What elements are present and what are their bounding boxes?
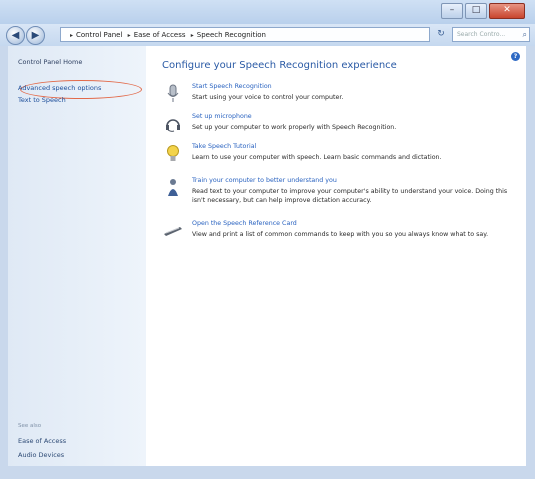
headset-icon: [162, 113, 184, 135]
take-speech-tutorial-desc: Learn to use your computer with speech. …: [192, 154, 442, 161]
minimize-button[interactable]: –: [441, 3, 463, 19]
person-speech-icon: [162, 177, 184, 199]
train-computer-link[interactable]: Train your computer to better understand…: [192, 177, 337, 184]
speech-reference-card-link[interactable]: Open the Speech Reference Card: [192, 220, 297, 227]
advanced-speech-options-link[interactable]: Advanced speech options: [18, 84, 101, 92]
take-speech-tutorial-link[interactable]: Take Speech Tutorial: [192, 143, 256, 150]
speech-reference-card-desc: View and print a list of common commands…: [192, 231, 489, 238]
address-bar: ◀ ▶ ▸ Control Panel ▸ Ease of Access ▸ Spee…: [0, 24, 535, 46]
window-frame-bottom: [0, 466, 535, 479]
back-button[interactable]: ◀: [6, 26, 25, 45]
help-icon[interactable]: ?: [511, 52, 520, 61]
set-up-microphone-desc: Set up your computer to work properly wi…: [192, 124, 397, 131]
train-computer-desc: Read text to your computer to improve yo…: [192, 188, 508, 204]
window-frame-right: [526, 46, 535, 466]
left-navigation-pane: Control Panel Home Advanced speech optio…: [8, 46, 146, 466]
start-speech-recognition-link[interactable]: Start Speech Recognition: [192, 83, 272, 90]
caption-buttons: – □ ✕: [439, 3, 525, 19]
breadcrumb-control-panel[interactable]: Control Panel: [76, 31, 122, 39]
close-button[interactable]: ✕: [489, 3, 525, 19]
search-placeholder: Search Contro...: [457, 31, 506, 38]
forward-button[interactable]: ▶: [26, 26, 45, 45]
control-panel-window: – □ ✕ ◀ ▶ ▸ Control Panel ▸ Ease of Access…: [0, 0, 535, 479]
lightbulb-icon: [162, 143, 184, 165]
breadcrumb-ease-of-access[interactable]: Ease of Access: [134, 31, 186, 39]
audio-devices-link[interactable]: Audio Devices: [18, 451, 64, 459]
page-title: Configure your Speech Recognition experi…: [162, 60, 397, 71]
address-field[interactable]: ▸ Control Panel ▸ Ease of Access ▸ Speech R…: [60, 27, 430, 42]
main-content-pane: ? Configure your Speech Recognition expe…: [146, 46, 526, 466]
breadcrumb-speech-recognition[interactable]: Speech Recognition: [197, 31, 266, 39]
start-speech-recognition-desc: Start using your voice to control your c…: [192, 94, 344, 101]
search-icon[interactable]: ⌕: [523, 28, 527, 42]
control-panel-home-link[interactable]: Control Panel Home: [18, 58, 82, 66]
card-icon: [162, 220, 184, 242]
title-bar: – □ ✕: [0, 0, 535, 24]
search-input[interactable]: Search Contro... ⌕: [452, 27, 530, 42]
maximize-button[interactable]: □: [465, 3, 487, 19]
see-also-heading: See also: [18, 423, 42, 429]
ease-of-access-link[interactable]: Ease of Access: [18, 437, 66, 445]
set-up-microphone-link[interactable]: Set up microphone: [192, 113, 252, 120]
refresh-button[interactable]: ↻: [434, 28, 448, 41]
text-to-speech-link[interactable]: Text to Speech: [18, 96, 66, 104]
microphone-icon: [162, 83, 184, 105]
window-frame-left: [0, 46, 8, 466]
